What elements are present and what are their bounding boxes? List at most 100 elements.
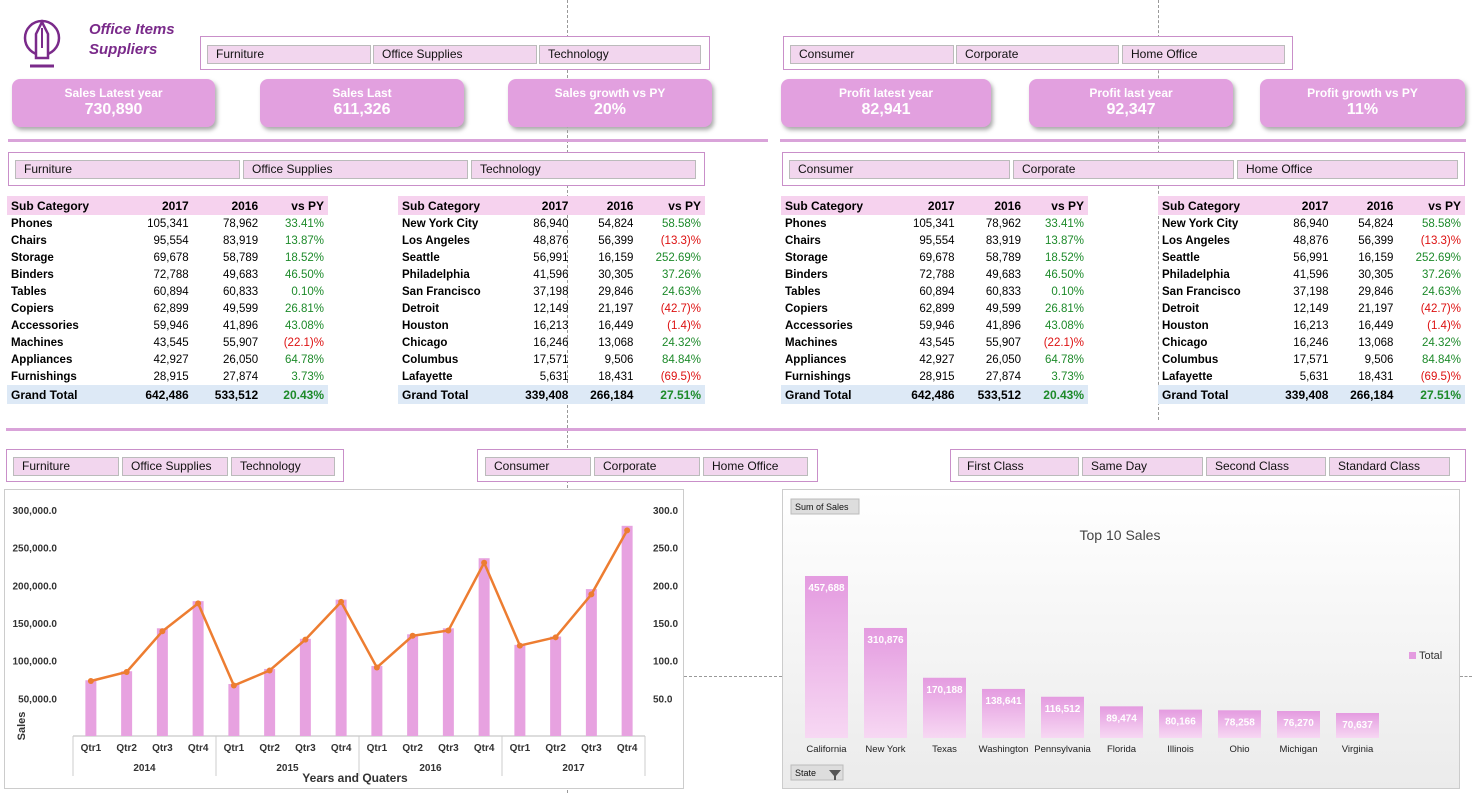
table-cell: 37.26% [661,268,701,281]
table-cell: Chairs [785,234,821,247]
table-cell: 9,506 [604,353,634,366]
table-row: Appliances 42,927 26,050 64.78% [781,351,1088,368]
grand-total-row: Grand Total 339,408 266,184 27.51% [1158,385,1465,404]
slicer-consumer[interactable]: Consumer [789,160,1010,179]
slicer-same-day[interactable]: Same Day [1082,457,1203,476]
column-header[interactable]: 2016 [192,196,263,215]
column-header[interactable]: Sub Category [1158,196,1268,215]
table-cell: 24.32% [661,336,701,349]
slicer-corporate[interactable]: Corporate [1013,160,1234,179]
table-cell: 72,788 [153,268,189,281]
slicer-first-class[interactable]: First Class [958,457,1079,476]
column-header[interactable]: 2016 [1332,196,1398,215]
total-cell: 266,184 [1332,385,1398,404]
slicer-technology[interactable]: Technology [539,45,701,64]
slicer-office-supplies[interactable]: Office Supplies [122,457,228,476]
table-row: Machines 43,545 55,907 (22.1)% [781,334,1088,351]
column-header[interactable]: Sub Category [7,196,124,215]
table-row: Accessories 59,946 41,896 43.08% [7,317,328,334]
divider [8,139,768,142]
column-header[interactable]: vs PY [1025,196,1088,215]
table-cell: 24.63% [661,285,701,298]
slicer-technology[interactable]: Technology [231,457,335,476]
subcategory-pivot-table-2: Sub Category 2017 2016 vs PY Phones 105,341 78… [781,196,1088,404]
data-label: 76,270 [1283,718,1314,729]
table-row: Los Angeles 48,876 56,399 (13.3)% [1158,232,1465,249]
line-point [373,664,380,671]
slicer-furniture[interactable]: Furniture [15,160,240,179]
column-header[interactable]: vs PY [1397,196,1465,215]
bar [407,634,419,736]
column-header[interactable]: 2016 [572,196,638,215]
column-header[interactable]: vs PY [637,196,705,215]
bar [478,558,490,736]
city-pivot-table-2: Sub Category 2017 2016 vs PY New York City 86… [1158,196,1465,404]
table-cell: 27,874 [222,370,259,383]
table-cell: 26,050 [222,353,259,366]
total-cell: 20.43% [1025,385,1088,404]
table-row: Furnishings 28,915 27,874 3.73% [7,368,328,385]
quarterly-sales-chart[interactable]: 50,000.0 100,000.0 150,000.0 200,000.0 250,0… [4,489,684,789]
table-cell: 58.58% [661,217,701,230]
column-header[interactable]: 2017 [507,196,573,215]
table-row: Columbus 17,571 9,506 84.84% [1158,351,1465,368]
x-tick-label: Qtr2 [545,743,566,754]
line-point [266,667,273,674]
column-header[interactable]: Sub Category [398,196,508,215]
slicer-corporate[interactable]: Corporate [956,45,1119,64]
table-cell: 60,833 [985,285,1022,298]
table-row: Chicago 16,246 13,068 24.32% [1158,334,1465,351]
table-cell: Copiers [11,302,54,315]
table-cell: 43,545 [919,336,955,349]
table-cell: 26.81% [1044,302,1084,315]
slicer-technology[interactable]: Technology [471,160,696,179]
slicer-home-office[interactable]: Home Office [703,457,808,476]
slicer-second-class[interactable]: Second Class [1206,457,1326,476]
segment-slicer-charts: Consumer Corporate Home Office [477,449,818,482]
slicer-corporate[interactable]: Corporate [594,457,700,476]
slicer-standard-class[interactable]: Standard Class [1329,457,1450,476]
grand-total-row: Grand Total 339,408 266,184 27.51% [398,385,705,404]
bar [264,668,276,736]
slicer-consumer[interactable]: Consumer [790,45,954,64]
table-cell: 26.81% [284,302,324,315]
column-header[interactable]: Sub Category [781,196,893,215]
bar [442,628,454,736]
table-cell: 60,833 [222,285,259,298]
column-header[interactable]: 2016 [958,196,1026,215]
table-cell: 84.84% [661,353,701,366]
column-header[interactable]: 2017 [123,196,193,215]
slicer-home-office[interactable]: Home Office [1237,160,1458,179]
slicer-consumer[interactable]: Consumer [485,457,591,476]
slicer-office-supplies[interactable]: Office Supplies [373,45,537,64]
year-label: 2014 [133,763,156,774]
bar [550,636,562,736]
line-point [123,668,130,675]
slicer-furniture[interactable]: Furniture [207,45,371,64]
slicer-furniture[interactable]: Furniture [13,457,119,476]
table-cell: Columbus [1162,353,1219,366]
y-tick-label: 50,000.0 [18,694,57,705]
table-cell: Chicago [1162,336,1208,349]
table-cell: 9,506 [1364,353,1394,366]
bar [805,576,848,738]
slicer-office-supplies[interactable]: Office Supplies [243,160,468,179]
table-cell: 42,927 [919,353,955,366]
slicer-home-office[interactable]: Home Office [1122,45,1285,64]
column-header[interactable]: 2017 [892,196,959,215]
table-cell: 86,940 [1293,217,1329,230]
x-tick-label: Qtr4 [617,743,638,754]
kpi-value: 730,890 [84,101,143,118]
kpi-value: 82,941 [861,101,911,118]
table-cell: 49,599 [985,302,1022,315]
table-cell: 56,991 [533,251,569,264]
table-cell: Philadelphia [1162,268,1230,281]
column-header[interactable]: 2017 [1267,196,1333,215]
table-row: Copiers 62,899 49,599 26.81% [7,300,328,317]
column-header[interactable]: vs PY [262,196,328,215]
top10-sales-chart[interactable]: Sum of Sales Top 10 Sales 457,688 Californi… [782,489,1460,789]
x-tick-label: Ohio [1229,744,1249,755]
data-label: 70,637 [1342,720,1373,731]
table-cell: 69,678 [919,251,955,264]
kpi-title: Profit latest year [838,86,934,100]
